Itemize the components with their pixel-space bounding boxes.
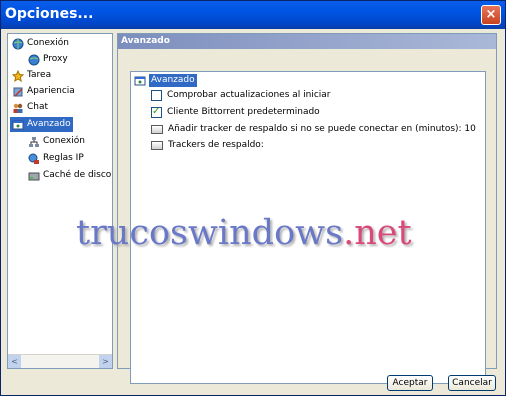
settings-panel: Avanzado Avanzado Comprobar actualizacio… bbox=[117, 33, 497, 384]
tree-item-avanzado[interactable]: Avanzado bbox=[10, 117, 73, 132]
option-label: Cliente Bittorrent predeterminado bbox=[167, 107, 320, 117]
accept-button[interactable]: Aceptar bbox=[387, 375, 433, 391]
settings-window-icon bbox=[12, 120, 24, 129]
watermark-accent: .net bbox=[343, 213, 412, 253]
settings-window-icon bbox=[134, 76, 146, 85]
tree-item-cache-disco[interactable]: Caché de disco bbox=[26, 168, 113, 183]
options-window: Opciones... × Conexión Proxy Tarea Apari… bbox=[0, 0, 506, 396]
option-label: Trackers de respaldo: bbox=[168, 140, 264, 150]
tree-item-apariencia[interactable]: Apariencia bbox=[10, 84, 77, 99]
tree-item-conexion[interactable]: Conexión bbox=[10, 36, 71, 51]
default-client-checkbox[interactable] bbox=[151, 105, 162, 118]
tree-item-proxy[interactable]: Proxy bbox=[26, 52, 70, 67]
brush-icon bbox=[13, 87, 23, 97]
option-default-client[interactable]: Cliente Bittorrent predeterminado bbox=[151, 105, 320, 119]
tree-item-reglas-ip[interactable]: Reglas IP bbox=[26, 151, 86, 166]
disk-icon bbox=[28, 172, 40, 180]
network-icon bbox=[29, 136, 39, 147]
category-tree: Conexión Proxy Tarea Apariencia Chat Ava… bbox=[7, 33, 113, 369]
section-label[interactable]: Avanzado bbox=[134, 74, 197, 87]
network-rules-icon bbox=[28, 153, 39, 164]
tree-item-label: Conexión bbox=[27, 38, 69, 48]
close-button[interactable]: × bbox=[481, 5, 501, 25]
tree-item-label: Proxy bbox=[43, 54, 68, 64]
check-updates-checkbox[interactable] bbox=[151, 90, 162, 101]
tree-item-chat[interactable]: Chat bbox=[10, 100, 50, 115]
title-bar[interactable]: Opciones... × bbox=[1, 1, 505, 29]
tree-item-label: Reglas IP bbox=[43, 153, 84, 163]
people-icon bbox=[13, 103, 23, 113]
tree-item-label: Chat bbox=[27, 102, 49, 112]
star-icon bbox=[12, 69, 24, 82]
tree-item-label: Avanzado bbox=[27, 119, 71, 129]
tree-item-conexion-avanzada[interactable]: Conexión bbox=[26, 134, 87, 149]
panel-header: Avanzado bbox=[118, 34, 496, 49]
globe-icon bbox=[12, 38, 24, 49]
window-title: Opciones... bbox=[5, 6, 94, 22]
watermark-main: trucoswindows bbox=[76, 213, 344, 253]
option-label: Comprobar actualizaciones al iniciar bbox=[167, 90, 331, 100]
tree-item-label: Caché de disco bbox=[43, 170, 112, 180]
option-label: Añadir tracker de respaldo si no se pued… bbox=[168, 124, 476, 134]
field-icon bbox=[151, 141, 163, 150]
scroll-left-button[interactable]: < bbox=[8, 355, 21, 368]
field-icon bbox=[151, 125, 163, 134]
scroll-right-button[interactable]: > bbox=[99, 355, 112, 368]
option-backup-trackers[interactable]: Trackers de respaldo: bbox=[151, 139, 264, 152]
tree-item-label: Conexión bbox=[43, 136, 85, 146]
watermark: trucoswindows.net bbox=[76, 213, 412, 253]
tree-item-label: Tarea bbox=[27, 70, 52, 80]
tree-item-label: Apariencia bbox=[27, 86, 75, 96]
horizontal-scrollbar[interactable]: < > bbox=[8, 354, 112, 368]
globe-icon bbox=[28, 54, 40, 65]
tree-item-tarea[interactable]: Tarea bbox=[10, 68, 53, 83]
cancel-button[interactable]: Cancelar bbox=[448, 375, 496, 391]
section-label-text: Avanzado bbox=[149, 74, 197, 87]
option-check-updates[interactable]: Comprobar actualizaciones al iniciar bbox=[151, 89, 331, 102]
option-backup-tracker-timeout[interactable]: Añadir tracker de respaldo si no se pued… bbox=[151, 123, 476, 136]
